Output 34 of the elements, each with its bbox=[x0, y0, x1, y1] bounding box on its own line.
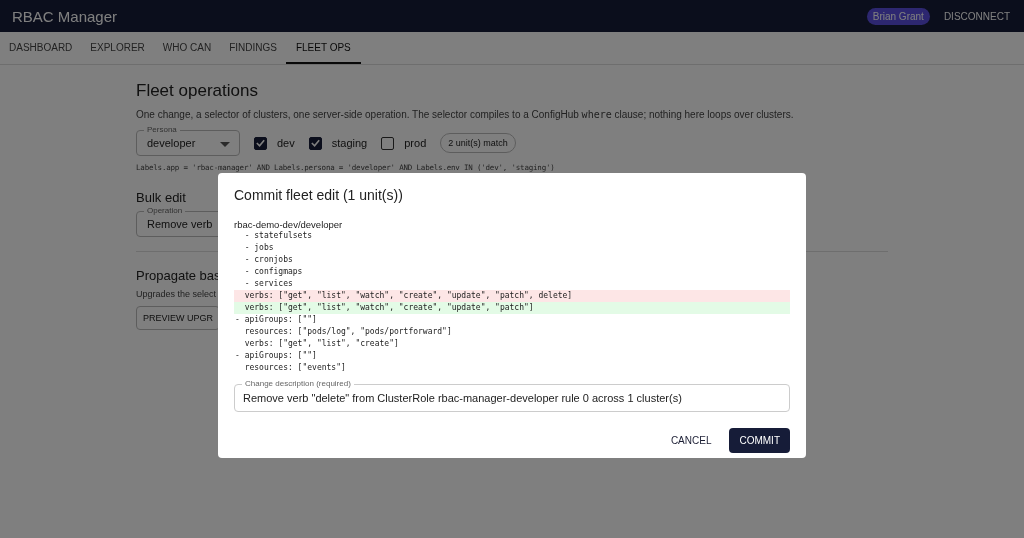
diff-line: resources: ["events"] bbox=[243, 362, 347, 374]
tab[interactable]: EXPLORER bbox=[81, 32, 154, 64]
page-title: Fleet operations bbox=[136, 81, 259, 101]
preview-upgrade-button[interactable]: PREVIEW UPGR bbox=[136, 306, 220, 330]
diff-line: - apiGroups: [""] bbox=[234, 350, 318, 362]
checkbox[interactable] bbox=[381, 136, 395, 150]
cancel-button[interactable]: CANCEL bbox=[662, 428, 720, 453]
diff-line: resources: ["pods/log", "pods/portforward"] bbox=[243, 326, 453, 338]
checkbox-label: dev bbox=[277, 137, 295, 149]
tab[interactable]: FINDINGS bbox=[220, 32, 286, 64]
tab[interactable]: DASHBOARD bbox=[0, 32, 82, 64]
diff-line: - cronjobs bbox=[243, 254, 294, 266]
dialog-title: Commit fleet edit (1 unit(s)) bbox=[234, 187, 404, 203]
commit-button[interactable]: COMMIT bbox=[729, 428, 790, 453]
tab[interactable]: WHO CAN bbox=[153, 32, 221, 64]
diff-line: - jobs bbox=[243, 242, 275, 254]
section-title: Bulk edit bbox=[136, 190, 186, 205]
diff-line: - statefulsets bbox=[243, 230, 314, 242]
app-title: RBAC Manager bbox=[12, 7, 118, 25]
tab[interactable]: FLEET OPS bbox=[285, 32, 361, 64]
checkbox[interactable] bbox=[308, 136, 322, 150]
page-description: One change, a selector of clusters, one server-side operation. The selector compiles to a ConfigHub where clause; nothing here loops over clusters. bbox=[136, 109, 795, 120]
diff-line: - apiGroups: [""] bbox=[234, 314, 318, 326]
caret-icon bbox=[220, 142, 230, 147]
section-description: Upgrades the select bbox=[136, 289, 217, 299]
user-chip[interactable]: Brian Grant bbox=[866, 7, 930, 25]
unit-name: rbac-demo-dev/developer bbox=[234, 219, 344, 230]
checkbox-label: staging bbox=[331, 137, 368, 149]
diff-line: - configmaps bbox=[243, 266, 304, 278]
checkbox-label: prod bbox=[404, 137, 427, 149]
diff-line: - services bbox=[243, 278, 294, 290]
disconnect-button[interactable]: DISCONNECT bbox=[943, 10, 1010, 22]
diff-line: verbs: ["get", "list", "create"] bbox=[243, 338, 400, 350]
checkbox[interactable] bbox=[254, 136, 267, 150]
